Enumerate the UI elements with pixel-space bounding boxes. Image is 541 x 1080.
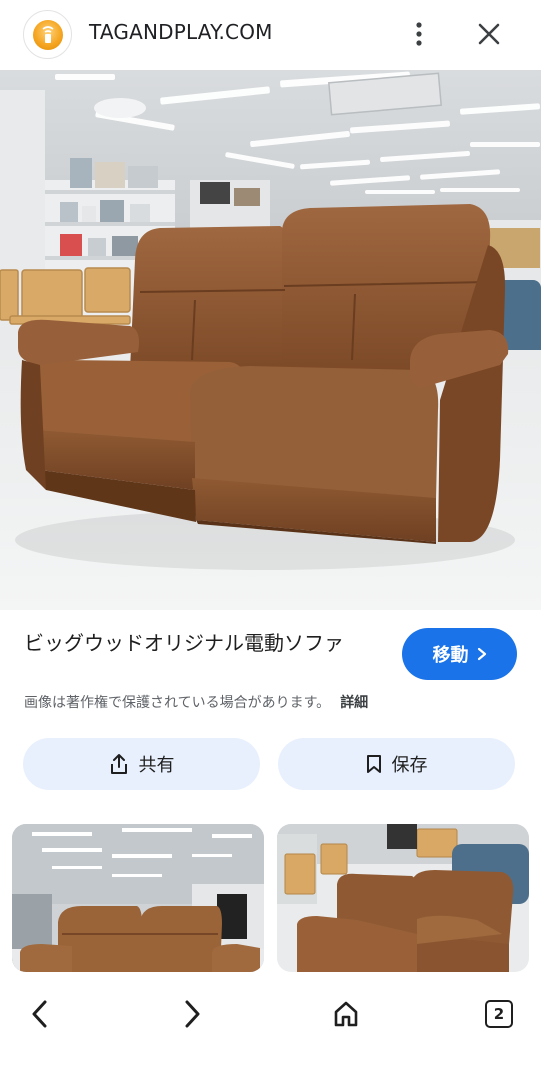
home-button[interactable] [324,992,368,1036]
bookmark-icon [366,755,381,773]
chevron-right-icon [477,647,486,661]
copyright-text: 画像は著作権で保護されている場合があります。 [24,695,331,711]
top-bar: TAGANDPLAY.COM [0,0,541,70]
share-label: 共有 [138,755,175,776]
site-title[interactable]: TAGANDPLAY.COM [89,20,273,44]
save-label: 保存 [391,755,428,776]
result-title[interactable]: ビッグウッドオリジナル電動ソファ [24,628,384,658]
tab-switcher-button[interactable]: 2 [477,992,521,1036]
close-icon[interactable] [472,17,506,51]
copyright-notice: 画像は著作権で保護されている場合があります。 詳細 [24,692,368,712]
share-button[interactable]: 共有 [23,738,260,790]
back-button[interactable] [18,992,62,1036]
main-image[interactable] [0,70,541,610]
visit-button[interactable]: 移動 [402,628,517,680]
more-vert-icon[interactable] [404,17,434,51]
share-icon [110,754,127,774]
related-image-2[interactable] [277,824,529,972]
related-image-1[interactable] [12,824,264,972]
details-link[interactable]: 詳細 [340,695,368,711]
site-favicon-icon [23,10,72,59]
home-icon [334,1001,358,1027]
visit-button-label: 移動 [432,645,469,666]
bottom-navigation: 2 [0,972,541,1080]
tab-count: 2 [485,1000,513,1028]
chevron-left-icon [32,1000,47,1028]
save-button[interactable]: 保存 [278,738,515,790]
chevron-right-icon [185,1000,200,1028]
forward-button[interactable] [170,992,214,1036]
